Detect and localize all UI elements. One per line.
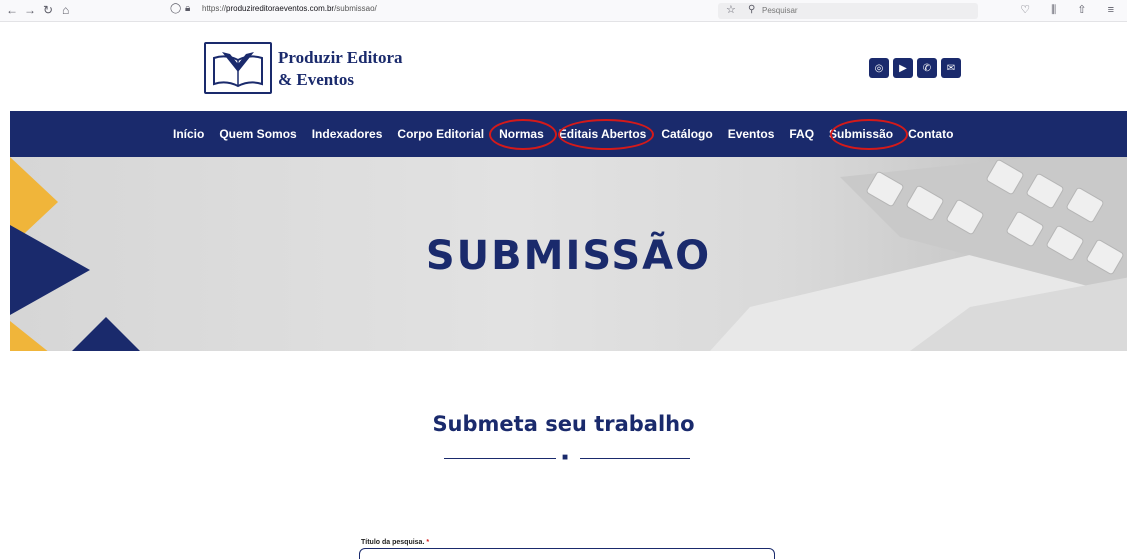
hero-banner: SUBMISSÃO — [10, 157, 1127, 351]
highlight-ring-editais-abertos — [558, 119, 654, 150]
social-links: ◎ ▶ ✆ ✉ — [869, 58, 961, 80]
logo-emblem-icon — [204, 42, 272, 94]
book-icon: ■ — [562, 452, 569, 463]
nav-item-quem-somos[interactable]: Quem Somos — [219, 127, 296, 141]
section-title: Submeta seu trabalho — [432, 412, 695, 436]
hero-title: SUBMISSÃO — [425, 233, 712, 279]
required-mark: * — [426, 539, 430, 546]
bookmark-star-icon[interactable]: ☆ — [726, 3, 736, 16]
search-icon: ⚲ — [748, 4, 756, 15]
site-header: Produzir Editora & Eventos ◎ ▶ ✆ ✉ — [10, 22, 1127, 111]
nav-item-catalogo[interactable]: Catálogo — [661, 127, 712, 141]
toolbar-icons[interactable]: ♡ ⫼ ⇧ ≡ — [1020, 3, 1123, 17]
back-icon[interactable]: ← — [6, 3, 18, 17]
title-field-label: Título da pesquisa. * — [361, 539, 430, 546]
highlight-ring-normas — [489, 119, 557, 150]
nav-item-contato[interactable]: Contato — [908, 127, 953, 141]
decor-triangle — [70, 317, 142, 351]
divider-left — [444, 458, 556, 459]
home-icon[interactable]: ⌂ — [62, 3, 69, 17]
divider-right — [580, 458, 690, 459]
title-input[interactable] — [359, 548, 775, 559]
url-text[interactable]: https://produzireditoraeventos.com.br/su… — [202, 4, 377, 13]
email-icon[interactable]: ✉ — [941, 58, 961, 78]
highlight-ring-submissao — [830, 119, 908, 150]
instagram-icon[interactable]: ◎ — [869, 58, 889, 78]
nav-item-indexadores[interactable]: Indexadores — [312, 127, 383, 141]
reload-icon[interactable]: ↻ — [43, 3, 53, 17]
nav-item-faq[interactable]: FAQ — [789, 127, 814, 141]
nav-item-inicio[interactable]: Início — [173, 127, 204, 141]
nav-item-corpo-editorial[interactable]: Corpo Editorial — [397, 127, 484, 141]
whatsapp-icon[interactable]: ✆ — [917, 58, 937, 78]
logo[interactable]: Produzir Editora & Eventos — [204, 42, 404, 96]
nav-item-eventos[interactable]: Eventos — [728, 127, 775, 141]
browser-toolbar: ← → ↻ ⌂ ◯ 🔒︎ https://produzireditoraeven… — [0, 0, 1127, 22]
youtube-icon[interactable]: ▶ — [893, 58, 913, 78]
search-placeholder: Pesquisar — [762, 6, 798, 15]
browser-search[interactable]: ☆ ⚲ Pesquisar — [718, 3, 978, 19]
shield-icon[interactable]: ◯ — [170, 3, 181, 14]
forward-icon[interactable]: → — [24, 3, 36, 17]
lock-icon[interactable]: 🔒︎ — [185, 3, 190, 14]
logo-title-line1: Produzir Editora — [278, 48, 403, 67]
decor-triangle — [10, 321, 50, 351]
logo-title-line2: & Eventos — [278, 70, 355, 89]
